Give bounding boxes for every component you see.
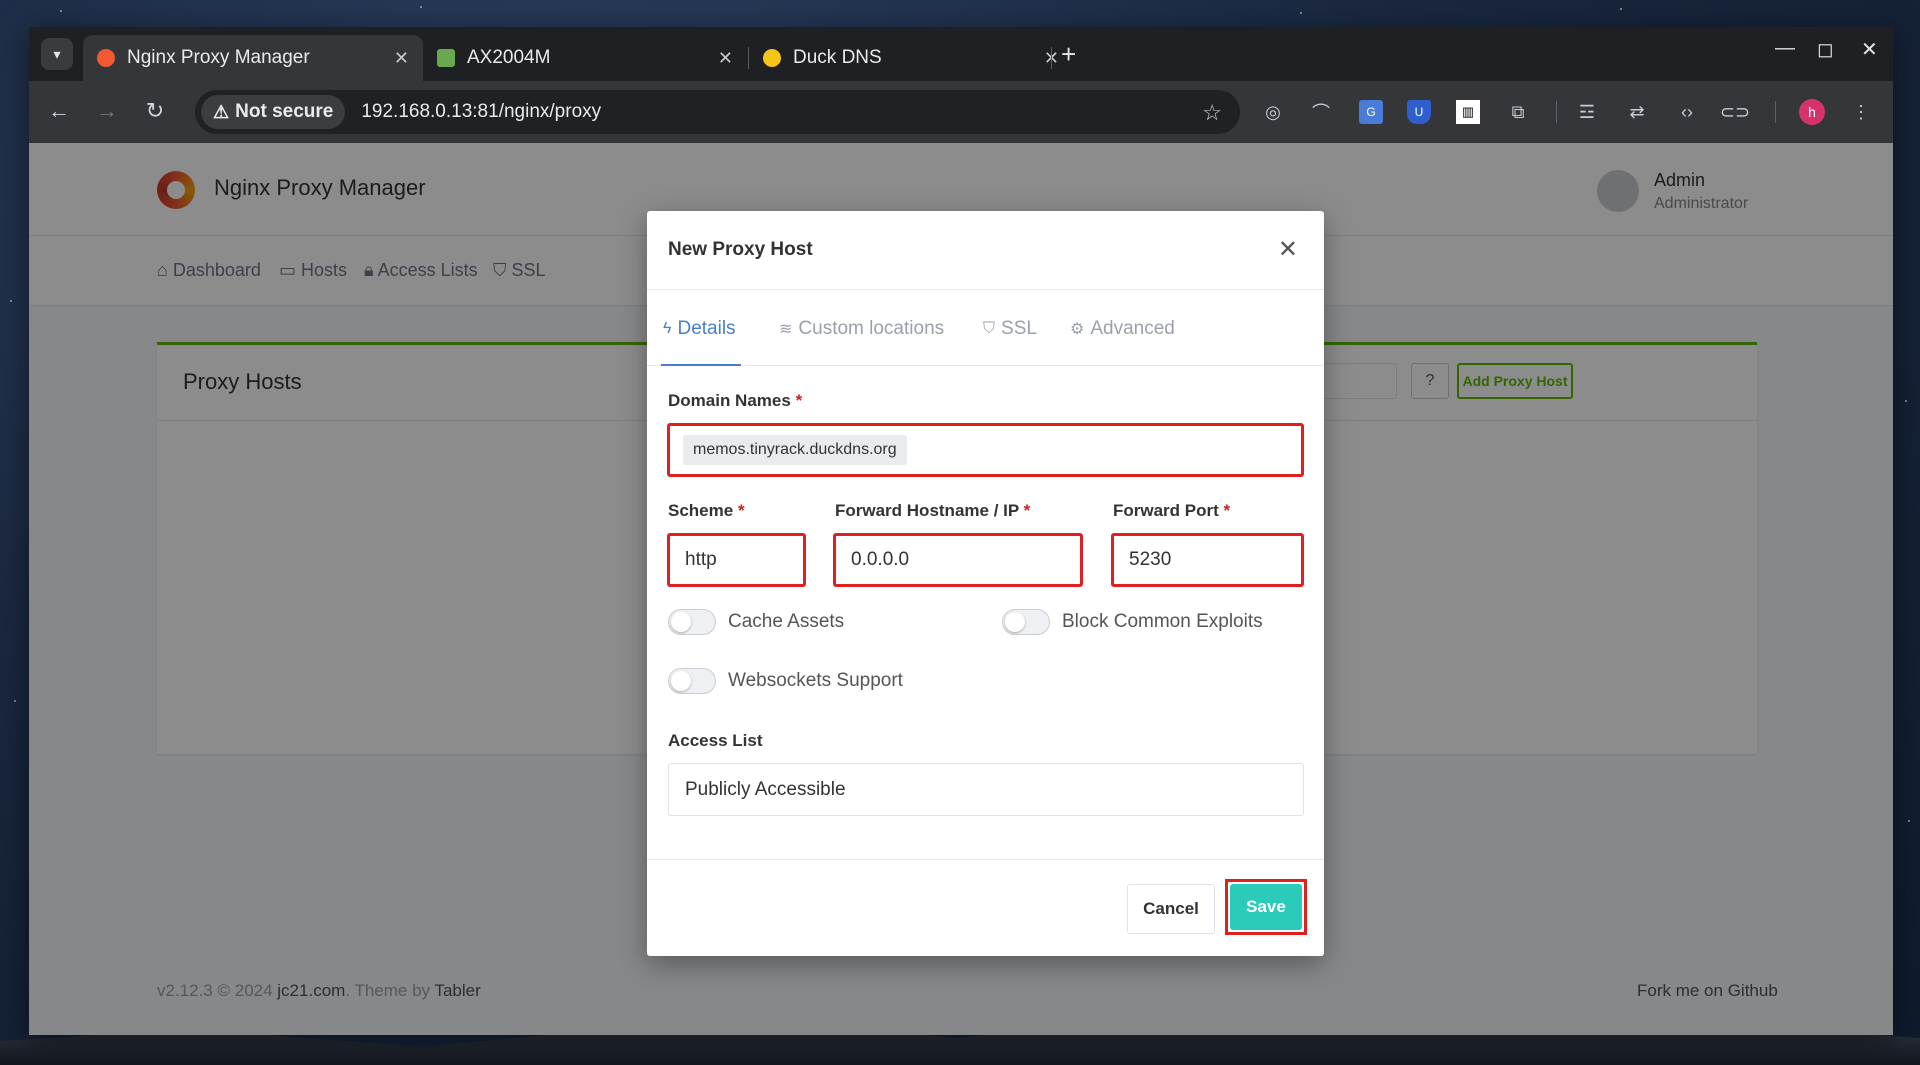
forward-arrow-icon[interactable]: →	[93, 98, 121, 124]
modal-header: New Proxy Host ✕	[647, 211, 1324, 290]
websockets-toggle-row[interactable]: Websockets Support	[668, 668, 903, 694]
domain-names-input[interactable]: memos.tinyrack.duckdns.org	[667, 423, 1304, 477]
shield-icon: ⛉	[983, 320, 996, 337]
new-tab-plus-icon[interactable]: +	[1061, 39, 1076, 69]
forward-port-input[interactable]: 5230	[1111, 533, 1304, 587]
cache-assets-toggle-row[interactable]: Cache Assets	[668, 609, 844, 635]
router-favicon-icon	[437, 49, 455, 67]
tab-label: SSL	[1001, 318, 1037, 339]
menu-kebab-icon[interactable]: ⋮	[1849, 100, 1873, 124]
browser-window: ▾ Nginx Proxy Manager ✕ AX2004M ✕ Duck D…	[29, 27, 1893, 1035]
close-icon[interactable]: ✕	[394, 48, 409, 69]
forward-hostname-label: Forward Hostname / IP *	[835, 501, 1030, 521]
close-icon[interactable]: ✕	[1278, 235, 1298, 264]
tab-custom-locations[interactable]: ≋ Custom locations	[779, 318, 944, 340]
bitwarden-shield-icon[interactable]: U	[1407, 100, 1431, 124]
label-text: Scheme	[668, 501, 734, 520]
websockets-toggle[interactable]	[668, 668, 716, 694]
duck-favicon-icon	[763, 49, 781, 67]
forward-hostname-input[interactable]: 0.0.0.0	[833, 533, 1083, 587]
label-text: Forward Port	[1113, 501, 1219, 520]
layers-icon: ≋	[779, 321, 793, 338]
minimize-icon[interactable]: —	[1775, 37, 1795, 60]
tab-title: AX2004M	[467, 47, 551, 68]
block-exploits-toggle[interactable]	[1002, 609, 1050, 635]
cancel-button[interactable]: Cancel	[1127, 884, 1215, 934]
link-icon[interactable]: ⊂⊃	[1720, 100, 1750, 124]
close-icon[interactable]: ✕	[718, 48, 733, 69]
access-list-label: Access List	[668, 731, 763, 750]
tab-label: Details	[677, 318, 736, 339]
scheme-value: http	[685, 549, 717, 570]
security-label: Not secure	[235, 101, 334, 122]
label-text: Forward Hostname / IP	[835, 501, 1019, 520]
save-button[interactable]: Save	[1230, 884, 1302, 930]
extensions-puzzle-icon[interactable]: ⧉	[1506, 100, 1530, 124]
security-chip[interactable]: ⚠ Not secure	[201, 95, 346, 129]
tab-strip: ▾ Nginx Proxy Manager ✕ AX2004M ✕ Duck D…	[29, 27, 1893, 81]
required-mark: *	[1023, 501, 1031, 520]
window-close-icon[interactable]: ✕	[1861, 37, 1878, 62]
toggle-label: Cache Assets	[728, 611, 845, 632]
toggle-label: Block Common Exploits	[1062, 611, 1263, 632]
warning-triangle-icon: ⚠	[213, 101, 230, 122]
toggle-label: Websockets Support	[728, 670, 903, 691]
tab-nginx-proxy-manager[interactable]: Nginx Proxy Manager ✕	[83, 35, 423, 81]
bolt-icon: ϟ	[663, 320, 672, 337]
domain-names-label: Domain Names *	[668, 391, 802, 411]
extension-arch-icon[interactable]: ⌒	[1309, 100, 1333, 124]
required-mark: *	[1223, 501, 1231, 520]
forward-port-label: Forward Port *	[1113, 501, 1230, 521]
tab-search-button[interactable]: ▾	[41, 38, 73, 70]
tab-duck-dns[interactable]: Duck DNS ✕	[749, 35, 1073, 81]
port-value: 5230	[1129, 549, 1172, 570]
extension-target-icon[interactable]: ◎	[1261, 100, 1285, 124]
label-text: Domain Names	[668, 391, 791, 410]
tab-title: Duck DNS	[793, 47, 882, 68]
tab-label: Custom locations	[798, 318, 945, 339]
block-exploits-toggle-row[interactable]: Block Common Exploits	[1002, 609, 1263, 635]
tab-label: Advanced	[1090, 318, 1175, 339]
required-mark: *	[737, 501, 745, 520]
bookmark-star-icon[interactable]: ☆	[1202, 100, 1222, 126]
tab-advanced[interactable]: ⚙ Advanced	[1070, 318, 1175, 340]
tab-title: Nginx Proxy Manager	[127, 47, 310, 68]
modal-tabs: ϟ Details ≋ Custom locations ⛉ SSL ⚙ Advance…	[647, 290, 1324, 366]
back-arrow-icon[interactable]: ←	[45, 98, 73, 124]
tab-details[interactable]: ϟ Details	[663, 318, 736, 340]
browser-toolbar: ← → ↻ ⚠ Not secure 192.168.0.13:81/nginx…	[29, 81, 1893, 143]
translate-extension-icon[interactable]: G	[1359, 100, 1383, 124]
domain-chip[interactable]: memos.tinyrack.duckdns.org	[683, 435, 907, 465]
required-mark: *	[795, 391, 803, 410]
gear-icon: ⚙	[1070, 321, 1085, 338]
save-button-highlight: Save	[1225, 879, 1307, 935]
maximize-icon[interactable]: ◻	[1817, 37, 1834, 62]
tab-ssl[interactable]: ⛉ SSL	[983, 318, 1037, 340]
hostname-value: 0.0.0.0	[851, 549, 910, 570]
reader-extension-icon[interactable]: ▥	[1456, 100, 1480, 124]
new-proxy-host-modal: New Proxy Host ✕ ϟ Details ≋ Custom locati…	[647, 211, 1324, 956]
reload-icon[interactable]: ↻	[141, 98, 169, 124]
incognito-icon[interactable]: ☲	[1575, 100, 1599, 124]
code-icon[interactable]: ‹›	[1675, 100, 1699, 124]
cache-assets-toggle[interactable]	[668, 609, 716, 635]
tab-ax2004m[interactable]: AX2004M ✕	[423, 35, 747, 81]
access-list-select[interactable]: Publicly Accessible	[668, 763, 1304, 816]
url-text[interactable]: 192.168.0.13:81/nginx/proxy	[361, 101, 601, 123]
scheme-label: Scheme *	[668, 501, 745, 521]
scheme-select[interactable]: http	[667, 533, 806, 587]
profile-avatar[interactable]: h	[1799, 99, 1825, 125]
address-bar[interactable]: ⚠ Not secure 192.168.0.13:81/nginx/proxy…	[195, 90, 1240, 134]
modal-title: New Proxy Host	[668, 239, 813, 260]
translate-icon[interactable]: ⇄	[1625, 100, 1649, 124]
active-tab-indicator	[661, 364, 741, 366]
nginx-favicon-icon	[97, 49, 115, 67]
access-list-value: Publicly Accessible	[685, 778, 846, 800]
